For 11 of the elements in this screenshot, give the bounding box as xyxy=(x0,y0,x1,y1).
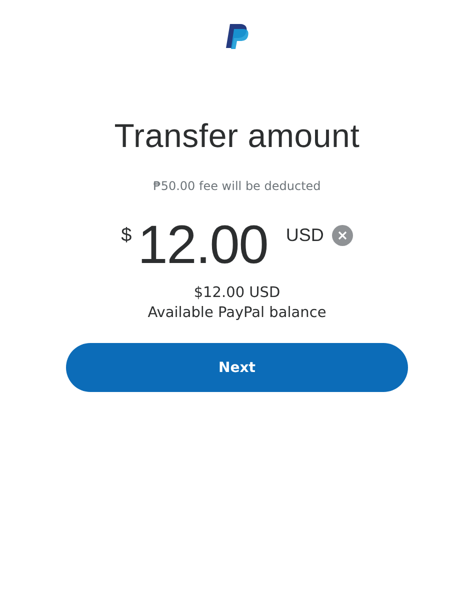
logo-icon xyxy=(223,22,251,52)
page-title: Transfer amount xyxy=(114,117,360,155)
clear-button[interactable] xyxy=(332,225,353,246)
currency-symbol: $ xyxy=(121,225,132,247)
amount-value[interactable]: 12.00 xyxy=(138,215,268,275)
balance-label: Available PayPal balance xyxy=(148,304,326,323)
currency-code: USD xyxy=(286,225,324,246)
next-button[interactable]: Next xyxy=(66,343,408,392)
balance-amount: $12.00 USD xyxy=(192,284,282,303)
close-icon xyxy=(338,231,347,240)
fee-note: ₱50.00 fee will be deducted xyxy=(153,179,321,193)
